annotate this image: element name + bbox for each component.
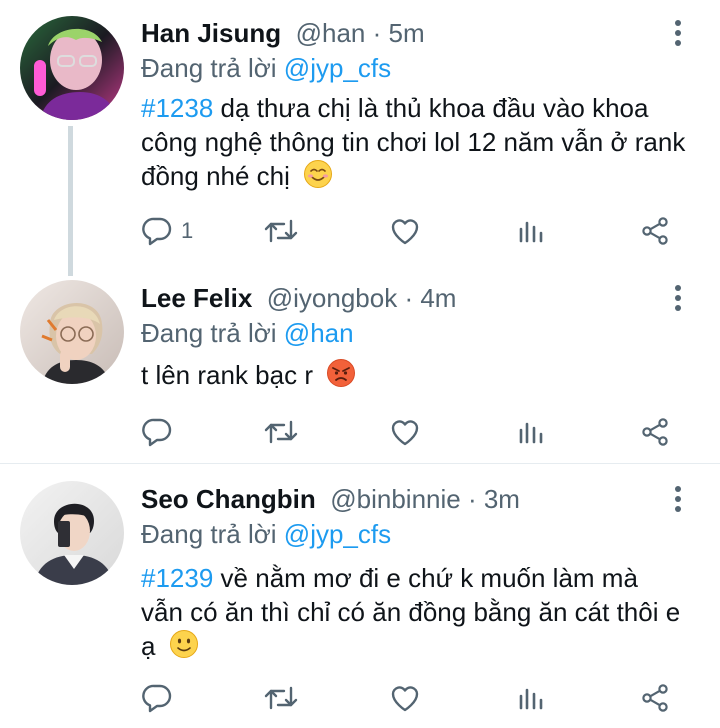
reply-icon: [141, 682, 173, 714]
hashtag-link[interactable]: #1239: [141, 563, 213, 593]
analytics-button[interactable]: [515, 412, 547, 452]
analytics-icon: [515, 682, 547, 714]
tweet-text: #1239 về nằm mơ đi e chứ k muốn làm mà v…: [141, 561, 686, 667]
share-icon: [639, 215, 671, 247]
analytics-icon: [515, 416, 547, 448]
replying-label: Đang trả lời: [141, 318, 277, 348]
tweet-actions: 1: [141, 211, 701, 251]
display-name[interactable]: Lee Felix: [141, 283, 252, 313]
like-icon: [389, 215, 421, 247]
like-button[interactable]: [389, 412, 421, 452]
reply-button[interactable]: 1: [141, 211, 193, 251]
tweet-header: Lee Felix @iyongbok · 4m: [141, 281, 456, 315]
angry-face-emoji-icon: [326, 358, 356, 396]
reply-button[interactable]: [141, 678, 181, 718]
timestamp[interactable]: 4m: [420, 283, 456, 313]
more-options-icon[interactable]: [668, 281, 688, 315]
smiling-emoji-icon: [303, 159, 333, 197]
like-icon: [389, 416, 421, 448]
analytics-icon: [515, 215, 547, 247]
tweet-text: #1238 dạ thưa chị là thủ khoa đầu vào kh…: [141, 91, 686, 197]
replying-to: Đang trả lời @han: [141, 316, 354, 350]
replying-to: Đang trả lời @jyp_cfs: [141, 517, 391, 551]
username[interactable]: @han: [296, 18, 366, 48]
replying-label: Đang trả lời: [141, 519, 277, 549]
retweet-icon: [263, 682, 299, 714]
separator: ·: [460, 484, 484, 514]
tweet-body: dạ thưa chị là thủ khoa đầu vào khoa côn…: [141, 93, 686, 191]
retweet-button[interactable]: [263, 211, 299, 251]
avatar[interactable]: [20, 481, 124, 585]
display-name[interactable]: Han Jisung: [141, 18, 281, 48]
tweet-2[interactable]: Lee Felix @iyongbok · 4m Đang trả lời @h…: [0, 265, 720, 463]
tweet-actions: [141, 412, 701, 452]
slightly-smiling-emoji-icon: [169, 629, 199, 667]
tweet-body: t lên rank bạc r: [141, 360, 313, 390]
timestamp[interactable]: 5m: [389, 18, 425, 48]
replying-label: Đang trả lời: [141, 53, 277, 83]
like-button[interactable]: [389, 678, 421, 718]
reply-icon: [141, 215, 173, 247]
tweet-body: về nằm mơ đi e chứ k muốn làm mà vẫn có …: [141, 563, 681, 661]
hashtag-link[interactable]: #1238: [141, 93, 213, 123]
reply-button[interactable]: [141, 412, 181, 452]
analytics-button[interactable]: [515, 211, 547, 251]
separator: ·: [365, 18, 389, 48]
replying-to-link[interactable]: @han: [284, 318, 354, 348]
like-button[interactable]: [389, 211, 421, 251]
more-options-icon[interactable]: [668, 16, 688, 50]
replying-to-link[interactable]: @jyp_cfs: [284, 53, 391, 83]
more-options-icon[interactable]: [668, 482, 688, 516]
replying-to: Đang trả lời @jyp_cfs: [141, 51, 391, 85]
tweet-3[interactable]: Seo Changbin @binbinnie · 3m Đang trả lờ…: [0, 464, 720, 728]
retweet-button[interactable]: [263, 412, 299, 452]
reply-icon: [141, 416, 173, 448]
avatar[interactable]: [20, 280, 124, 384]
share-button[interactable]: [639, 211, 671, 251]
avatar[interactable]: [20, 16, 124, 120]
like-icon: [389, 682, 421, 714]
tweet-header: Han Jisung @han · 5m: [141, 16, 425, 50]
retweet-icon: [263, 215, 299, 247]
tweet-text: t lên rank bạc r: [141, 358, 686, 396]
replying-to-link[interactable]: @jyp_cfs: [284, 519, 391, 549]
separator: ·: [397, 283, 421, 313]
tweet-actions: [141, 678, 701, 718]
display-name[interactable]: Seo Changbin: [141, 484, 316, 514]
share-icon: [639, 416, 671, 448]
retweet-icon: [263, 416, 299, 448]
analytics-button[interactable]: [515, 678, 547, 718]
share-button[interactable]: [639, 678, 671, 718]
retweet-button[interactable]: [263, 678, 299, 718]
tweet-header: Seo Changbin @binbinnie · 3m: [141, 482, 520, 516]
share-button[interactable]: [639, 412, 671, 452]
tweet-1[interactable]: Han Jisung @han · 5m Đang trả lời @jyp_c…: [0, 0, 720, 265]
share-icon: [639, 682, 671, 714]
username[interactable]: @binbinnie: [330, 484, 460, 514]
timestamp[interactable]: 3m: [484, 484, 520, 514]
username[interactable]: @iyongbok: [267, 283, 397, 313]
reply-count: 1: [181, 218, 194, 243]
